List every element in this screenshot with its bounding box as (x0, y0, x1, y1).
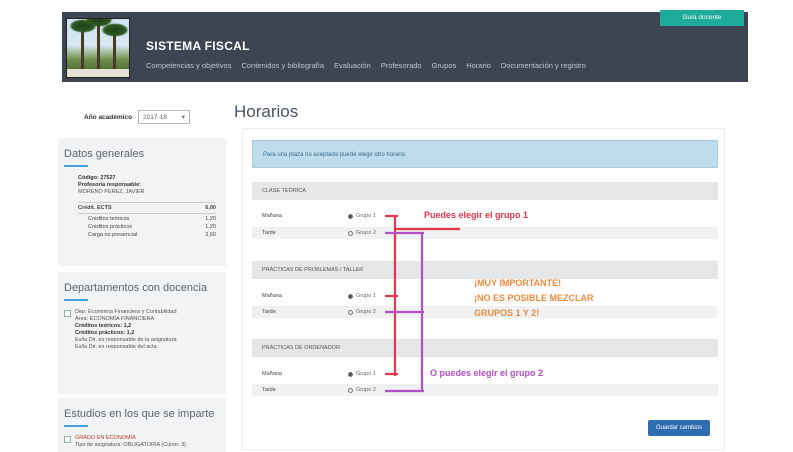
credits-row: Carga no presencial 3,60 (88, 232, 216, 238)
credits-total-row: Crédit. ECTS 6,00 (78, 202, 216, 214)
year-label: Año académico (84, 113, 133, 121)
option-row: Tarde Grupo 2 (252, 227, 718, 239)
group-radio-option[interactable]: Grupo 2 (348, 384, 376, 396)
section-heading: PRÁCTICAS DE ORDENADOR (252, 339, 718, 357)
title-underline (64, 299, 88, 301)
app-title: SISTEMA FISCAL (146, 39, 250, 53)
logo-ground (67, 69, 129, 77)
group-radio-option[interactable]: Grupo 2 (348, 227, 376, 239)
departments-panel: Departamentos con docencia Dep. Economía… (58, 272, 226, 394)
nav-item-horario[interactable]: Horario (466, 61, 491, 70)
nav-item-profesorado[interactable]: Profesorado (381, 61, 422, 70)
departments-title: Departamentos con docencia (64, 282, 208, 294)
department-item[interactable]: Dep. Economía Financiera y Contabilidad … (58, 309, 226, 351)
credits-row: Créditos teóricos 1,20 (88, 216, 216, 222)
page-title: Horarios (234, 102, 299, 121)
main-nav: Competencias y objetivos Contenidos y bi… (146, 61, 586, 70)
radio-checked-icon[interactable] (348, 293, 353, 299)
radio-unchecked-icon[interactable] (348, 387, 353, 393)
app-logo[interactable] (66, 18, 130, 78)
purple-annotation: O puedes elegir el grupo 2 (430, 368, 544, 378)
general-data-title: Datos generales (64, 148, 145, 160)
year-select-value: 2017-18 (143, 113, 167, 121)
studies-panel: Estudios en los que se imparte GRADO EN … (58, 398, 226, 452)
top-header: SISTEMA FISCAL Competencias y objetivos … (62, 10, 748, 82)
radio-checked-icon[interactable] (348, 213, 353, 219)
radio-unchecked-icon[interactable] (348, 230, 353, 236)
study-item[interactable]: GRADO EN ECONOMÍA Tipo de asignatura: OB… (58, 435, 226, 449)
group-radio-option[interactable]: Grupo 2 (348, 306, 376, 318)
teacher-label: Profesor/a responsable: (78, 182, 141, 188)
studies-title: Estudios en los que se imparte (64, 408, 215, 420)
credits-row: Créditos prácticos 1,20 (88, 224, 216, 230)
red-annotation: Puedes elegir el grupo 1 (424, 210, 529, 220)
save-button[interactable]: Guardar cambios (648, 420, 710, 436)
course-code: Código: 27527 (78, 175, 116, 181)
nav-item-contenidos[interactable]: Contenidos y bibliografía (241, 61, 324, 70)
section-heading: CLASE TEÓRICA (252, 182, 718, 200)
checkbox-icon[interactable] (64, 310, 71, 317)
guia-docente-button[interactable]: Guía docente (660, 10, 744, 26)
palm-tree-graphic (85, 19, 113, 69)
department-details: Dep. Economía Financiera y Contabilidad … (75, 309, 177, 350)
credits-table: Crédit. ECTS 6,00 Créditos teóricos 1,20 … (78, 202, 216, 239)
nav-item-evaluacion[interactable]: Evaluación (334, 61, 371, 70)
group-radio-option[interactable]: Grupo 1 (348, 290, 376, 302)
teacher-name: MORENO PEREZ, JAVIER (78, 189, 145, 195)
palm-tree-graphic (101, 23, 129, 69)
option-row: Tarde Grupo 2 (252, 384, 718, 396)
nav-item-competencias[interactable]: Competencias y objetivos (146, 61, 231, 70)
checkbox-icon[interactable] (64, 436, 71, 443)
study-details: GRADO EN ECONOMÍA Tipo de asignatura: OB… (75, 435, 186, 448)
nav-item-documentacion[interactable]: Documentación y registro (501, 61, 586, 70)
title-underline (64, 165, 88, 167)
general-data-panel: Datos generales Código: 27527 Profesor/a… (58, 138, 226, 266)
radio-checked-icon[interactable] (348, 371, 353, 377)
radio-unchecked-icon[interactable] (348, 309, 353, 315)
nav-item-grupos[interactable]: Grupos (432, 61, 457, 70)
year-selector-row: Año académico 2017-18 ▾ (84, 110, 191, 124)
year-select[interactable]: 2017-18 ▾ (138, 110, 191, 124)
group-radio-option[interactable]: Grupo 1 (348, 210, 376, 222)
chevron-down-icon: ▾ (181, 114, 186, 121)
group-radio-option[interactable]: Grupo 1 (348, 368, 376, 380)
info-alert: Para una plaza no aceptada puede elegir … (252, 140, 718, 168)
orange-annotation: ¡MUY IMPORTANTE! ¡NO ES POSIBLE MEZCLAR … (474, 278, 594, 318)
palm-tree-graphic (69, 19, 97, 69)
title-underline (64, 425, 88, 427)
